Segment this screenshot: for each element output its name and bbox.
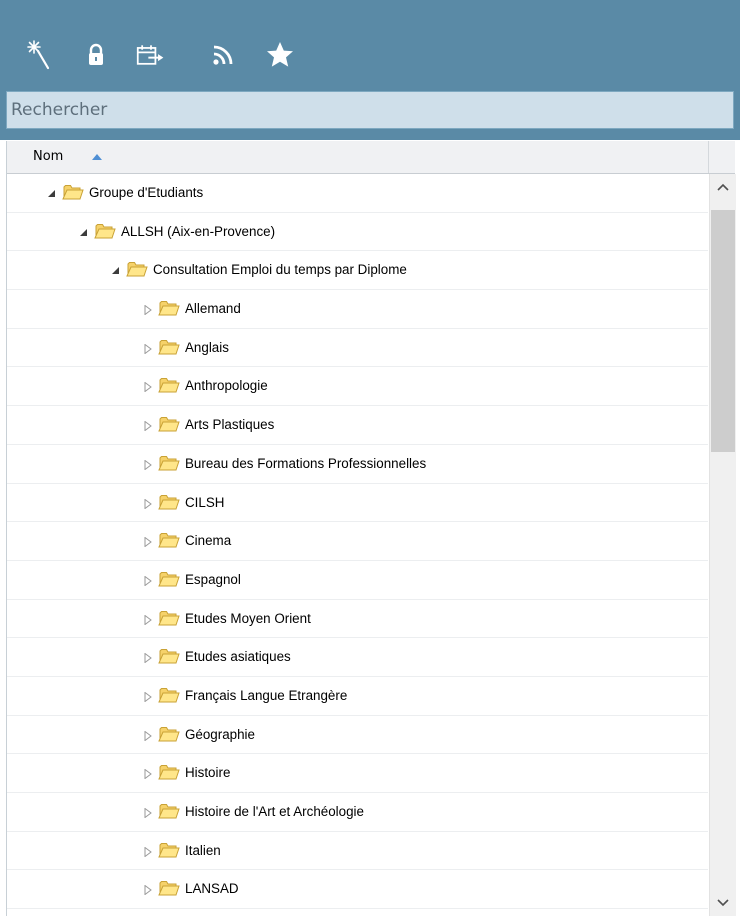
magic-wand-icon[interactable] [24, 40, 54, 70]
expand-triangle-icon[interactable] [143, 884, 153, 896]
folder-icon [158, 298, 180, 322]
folder-icon [158, 569, 180, 593]
tree-row-label: Etudes asiatiques [185, 649, 291, 665]
expand-triangle-icon[interactable] [143, 691, 153, 703]
folder-icon [158, 414, 180, 438]
tree-row-label: Anthropologie [185, 378, 268, 394]
tree-row-label: Arts Plastiques [185, 417, 275, 433]
expand-triangle-icon[interactable] [143, 652, 153, 664]
folder-icon [94, 221, 116, 245]
tree-row[interactable]: Cinema [7, 522, 708, 561]
tree-row[interactable]: Géographie [7, 716, 708, 755]
column-header-label[interactable]: Nom [33, 149, 63, 164]
scroll-down-icon[interactable] [710, 890, 736, 916]
folder-icon [126, 259, 148, 283]
folder-icon [158, 685, 180, 709]
expand-triangle-icon[interactable] [143, 768, 153, 780]
tree-row[interactable]: Histoire [7, 754, 708, 793]
folder-icon [158, 840, 180, 864]
search-input[interactable] [6, 91, 734, 129]
tree-row-label: Histoire [185, 765, 231, 781]
folder-icon [158, 724, 180, 748]
vertical-scrollbar[interactable] [709, 174, 736, 916]
folder-icon [158, 646, 180, 670]
folder-icon [158, 492, 180, 516]
tree-row-label: LANSAD [185, 881, 239, 897]
tree-row-label: Histoire de l'Art et Archéologie [185, 804, 364, 819]
tree-row-label: Espagnol [185, 571, 241, 587]
tree-grid: Nom Groupe d'Etudiants ALLSH (Aix-en-Pro… [6, 141, 740, 916]
scroll-up-icon[interactable] [710, 174, 736, 200]
folder-icon [158, 762, 180, 786]
scrollbar-thumb[interactable] [711, 210, 735, 452]
expand-triangle-icon[interactable] [143, 846, 153, 858]
lock-icon[interactable] [81, 40, 111, 70]
expand-triangle-icon[interactable] [143, 536, 153, 548]
rss-icon[interactable] [208, 40, 238, 70]
calendar-export-icon[interactable] [136, 40, 166, 70]
folder-icon [158, 878, 180, 902]
tree-row[interactable]: Espagnol [7, 561, 708, 600]
tree-row[interactable]: Bureau des Formations Professionnelles [7, 445, 708, 484]
tree-row-label: Cinema [185, 533, 232, 549]
tree-row-label: Géographie [185, 726, 255, 742]
sort-ascending-icon [92, 154, 102, 160]
expand-triangle-icon[interactable] [143, 575, 153, 587]
folder-icon [158, 375, 180, 399]
tree-rows: Groupe d'Etudiants ALLSH (Aix-en-Provenc… [7, 174, 708, 910]
column-header-nom[interactable]: Nom [7, 141, 709, 173]
collapse-triangle-icon[interactable] [79, 227, 89, 237]
tree-row-label: Bureau des Formations Professionnelles [185, 455, 427, 471]
tree-row[interactable]: CILSH [7, 484, 708, 523]
folder-icon [158, 337, 180, 361]
tree-row-label: Consultation Emploi du temps par Diplome [153, 262, 407, 278]
grid-header: Nom [7, 141, 735, 174]
tree-row[interactable]: Arts Plastiques [7, 406, 708, 445]
star-icon[interactable] [265, 40, 295, 70]
tree-row-label: Etudes Moyen Orient [185, 610, 311, 626]
tree-row-label: Italien [185, 842, 221, 858]
tree-row[interactable]: Italien [7, 832, 708, 871]
tree-row[interactable]: Etudes Moyen Orient [7, 600, 708, 639]
expand-triangle-icon[interactable] [143, 459, 153, 471]
expand-triangle-icon[interactable] [143, 381, 153, 393]
tree-row-label: ALLSH (Aix-en-Provence) [121, 223, 276, 239]
folder-icon [158, 801, 180, 825]
tree-row-label: Français Langue Etrangère [185, 687, 348, 703]
folder-icon [158, 608, 180, 632]
tree-row[interactable]: Anglais [7, 329, 708, 368]
tree-row[interactable]: Groupe d'Etudiants [7, 174, 708, 213]
tree-row[interactable]: Etudes asiatiques [7, 638, 708, 677]
tree-row[interactable]: Français Langue Etrangère [7, 677, 708, 716]
tree-row-label: CILSH [185, 494, 225, 510]
tree-row[interactable]: ALLSH (Aix-en-Provence) [7, 213, 708, 252]
folder-icon [62, 182, 84, 206]
expand-triangle-icon[interactable] [143, 498, 153, 509]
tree-row-label: Groupe d'Etudiants [89, 185, 204, 200]
expand-triangle-icon[interactable] [143, 730, 153, 742]
tree-row[interactable]: LANSAD [7, 870, 708, 910]
expand-triangle-icon[interactable] [143, 420, 153, 432]
folder-icon [158, 530, 180, 554]
tree-row[interactable]: Allemand [7, 290, 708, 329]
tree-row-label: Anglais [185, 339, 229, 355]
collapse-triangle-icon[interactable] [47, 188, 57, 198]
search-bar [0, 90, 740, 140]
tree-row[interactable]: Consultation Emploi du temps par Diplome [7, 251, 708, 291]
expand-triangle-icon[interactable] [143, 807, 153, 819]
expand-triangle-icon[interactable] [143, 343, 153, 355]
tree-row[interactable]: Histoire de l'Art et Archéologie [7, 793, 708, 832]
toolbar [0, 0, 740, 90]
folder-icon [158, 453, 180, 477]
tree-row[interactable]: Anthropologie [7, 367, 708, 407]
expand-triangle-icon[interactable] [143, 614, 153, 626]
collapse-triangle-icon[interactable] [111, 265, 121, 275]
expand-triangle-icon[interactable] [143, 304, 153, 316]
tree-row-label: Allemand [185, 301, 241, 317]
